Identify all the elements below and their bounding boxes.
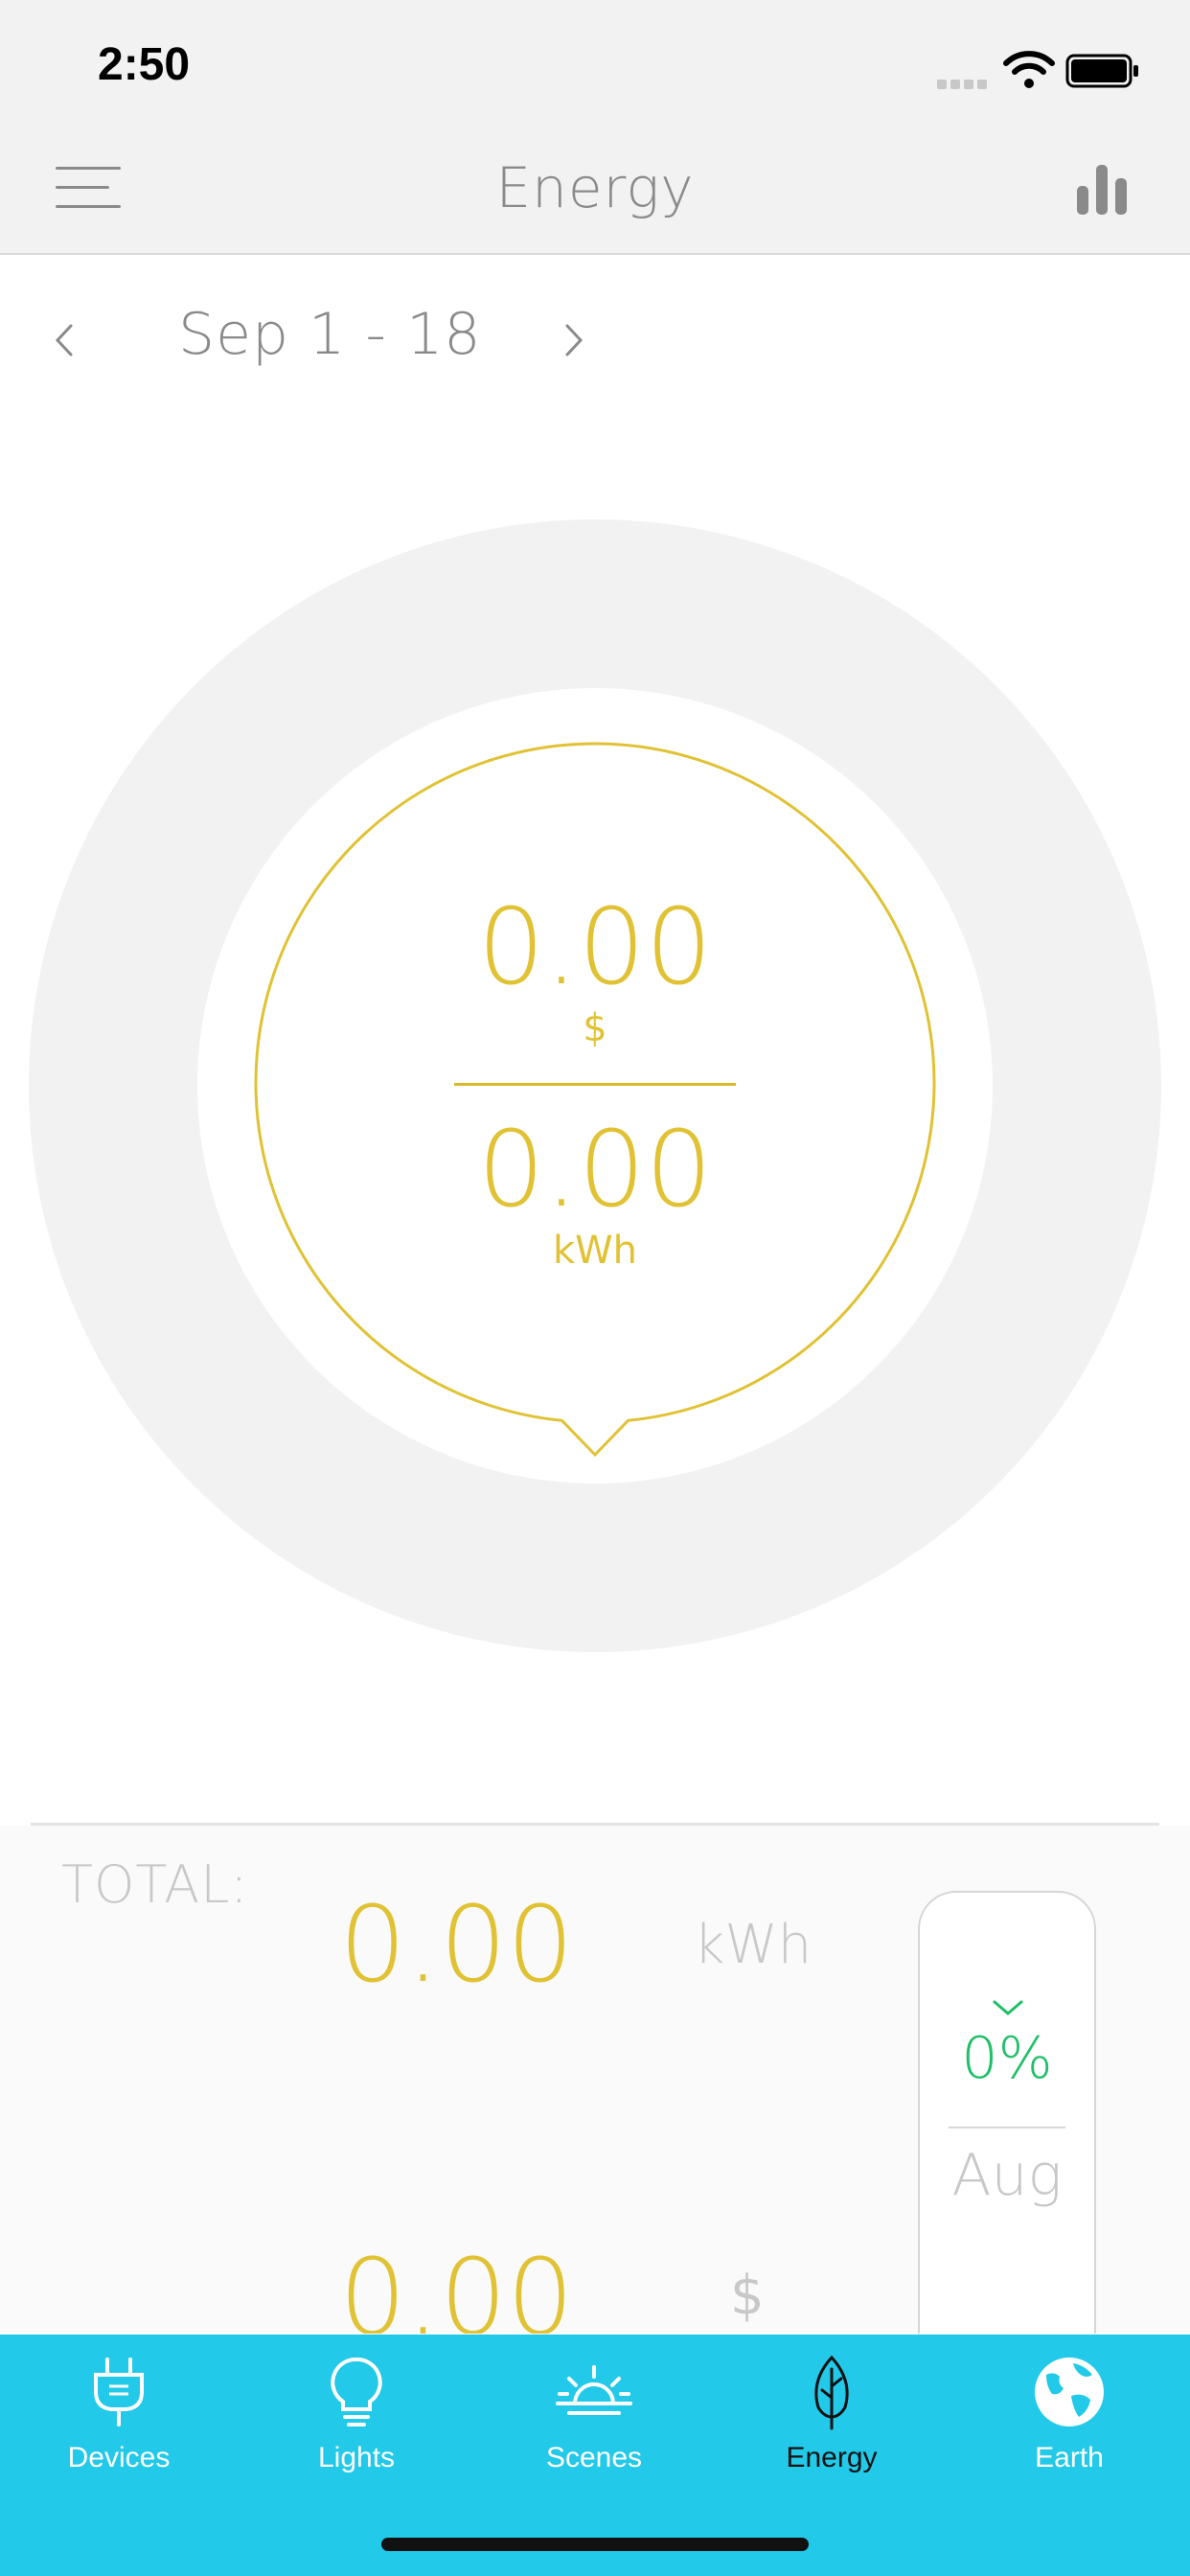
comparison-divider (949, 2127, 1065, 2128)
tab-lights[interactable]: Lights (238, 2334, 475, 2507)
tab-scenes[interactable]: Scenes (475, 2334, 713, 2507)
total-energy-unit: kWh (694, 1914, 812, 1976)
date-range-label: Sep 1 - 18 (178, 301, 482, 368)
home-indicator (381, 2538, 809, 2551)
battery-icon (1065, 54, 1138, 88)
tab-label-devices: Devices (67, 2442, 171, 2473)
total-cost-unit: $ (730, 2265, 765, 2327)
chevron-left-icon[interactable] (44, 316, 82, 364)
status-time: 2:50 (98, 39, 191, 90)
comparison-percent: 0% (961, 2025, 1053, 2092)
status-bar: 2:50 (0, 0, 1190, 134)
date-range-selector: Sep 1 - 18 (0, 288, 1190, 393)
plug-icon (94, 2358, 144, 2426)
total-cost-value: 0.00 (339, 2236, 574, 2334)
chevron-down-icon (993, 2000, 1023, 2015)
tab-earth[interactable]: Earth (950, 2334, 1188, 2507)
nav-bar: Energy (0, 134, 1190, 255)
month-comparison-card[interactable]: 0% Aug (918, 1891, 1096, 2334)
tab-label-scenes: Scenes (545, 2442, 643, 2473)
tab-devices[interactable]: Devices (0, 2334, 238, 2507)
energy-value: 0.00 (477, 1108, 713, 1230)
total-label: TOTAL: (61, 1854, 249, 1915)
tab-energy[interactable]: Energy (713, 2334, 950, 2507)
page-title: Energy (495, 155, 695, 220)
gauge-bubble (254, 742, 936, 1458)
total-panel: TOTAL: 0.00 kWh 0.00 $ 0% Aug (0, 1826, 1190, 2334)
wifi-icon (1003, 51, 1055, 88)
bar-chart-icon[interactable] (1075, 161, 1131, 217)
sunrise-icon (556, 2365, 632, 2415)
leaf-icon (814, 2355, 849, 2430)
globe-icon (1035, 2358, 1104, 2426)
tab-label-lights: Lights (317, 2442, 396, 2473)
tab-label-energy: Energy (786, 2442, 878, 2473)
cellular-signal-icon (937, 75, 995, 89)
gauge-divider (454, 1083, 736, 1086)
comparison-month: Aug (951, 2142, 1063, 2209)
total-energy-value: 0.00 (339, 1883, 574, 2006)
bulb-icon (331, 2357, 382, 2426)
cost-value: 0.00 (477, 886, 713, 1008)
cost-unit: $ (583, 1006, 607, 1050)
energy-unit: kWh (552, 1229, 638, 1273)
chevron-right-icon[interactable] (556, 316, 594, 364)
tab-label-earth: Earth (1035, 2442, 1104, 2473)
